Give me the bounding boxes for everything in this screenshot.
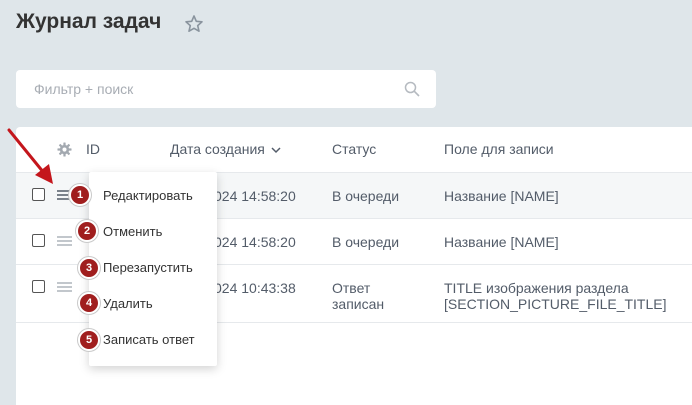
menu-item-restart[interactable]: Перезапустить <box>103 260 193 275</box>
step-badge-5: 5 <box>78 329 100 351</box>
row-status: В очереди <box>332 234 400 250</box>
row-checkbox[interactable] <box>32 234 45 247</box>
step-badge-3: 3 <box>78 257 100 279</box>
row-field-line: TITLE изображения раздела <box>444 280 629 296</box>
row-context-menu: Редактировать Отменить Перезапустить Уда… <box>89 172 217 366</box>
step-badge-2: 2 <box>76 220 98 242</box>
menu-item-cancel[interactable]: Отменить <box>103 224 162 239</box>
row-field: Название [NAME] <box>444 188 559 204</box>
row-field: TITLE изображения раздела [SECTION_PICTUR… <box>444 280 667 312</box>
row-field-line: [SECTION_PICTURE_FILE_TITLE] <box>444 296 667 312</box>
search-icon[interactable] <box>404 81 420 97</box>
column-header-created[interactable]: Дата создания <box>170 141 281 157</box>
row-date: 024 14:58:20 <box>214 234 296 250</box>
column-header-status[interactable]: Статус <box>332 141 376 157</box>
step-badge-1: 1 <box>69 184 91 206</box>
row-field: Название [NAME] <box>444 234 559 250</box>
menu-item-write-answer[interactable]: Записать ответ <box>103 332 195 347</box>
column-header-id[interactable]: ID <box>86 141 100 157</box>
row-date: 024 14:58:20 <box>214 188 296 204</box>
row-status: Ответ записан <box>332 280 384 312</box>
page-title: Журнал задач <box>16 10 162 33</box>
menu-icon[interactable] <box>57 281 72 293</box>
menu-item-edit[interactable]: Редактировать <box>103 188 193 203</box>
filter-search-box[interactable] <box>16 70 436 108</box>
column-header-field[interactable]: Поле для записи <box>444 141 554 157</box>
star-icon[interactable] <box>184 14 204 34</box>
row-status-line: записан <box>332 296 385 312</box>
column-header-created-label: Дата создания <box>170 141 265 157</box>
filter-search-input[interactable] <box>32 80 396 98</box>
sort-chevron-icon <box>271 147 281 154</box>
menu-item-delete[interactable]: Удалить <box>103 296 153 311</box>
row-status: В очереди <box>332 188 400 204</box>
row-checkbox[interactable] <box>32 280 45 293</box>
row-date: 024 10:43:38 <box>214 280 296 296</box>
step-badge-4: 4 <box>78 292 100 314</box>
arrow-annotation <box>7 128 53 184</box>
row-status-line: Ответ <box>332 280 371 296</box>
grid-header: ID Дата создания Статус Поле для записи <box>16 127 692 173</box>
menu-icon[interactable] <box>57 235 72 247</box>
